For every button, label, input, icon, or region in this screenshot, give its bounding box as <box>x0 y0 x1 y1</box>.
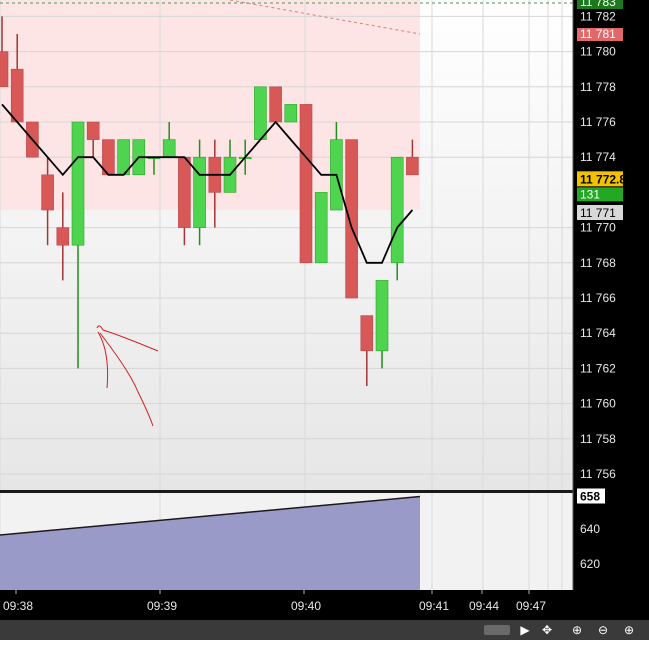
countdown-tag: 131 <box>580 187 600 201</box>
play-icon[interactable]: ▶ <box>518 623 532 637</box>
panel-separator <box>0 490 573 493</box>
candlestick-chart[interactable]: 11 78211 78011 77811 77611 77411 77011 7… <box>0 0 649 640</box>
trading-chart[interactable]: 11 782 11 780 11 778 11 776 11 774 11 770 11 7… <box>0 0 649 640</box>
candle-body <box>390 156 404 264</box>
candle-body <box>193 156 206 228</box>
crosshair-icon[interactable]: ✥ <box>540 623 554 637</box>
price-tick-label: 11 782 <box>580 9 616 23</box>
candle-body <box>254 86 267 140</box>
volume-last-tag: 658 <box>580 490 600 504</box>
price-tick-label: 11 760 <box>580 397 616 411</box>
zoom-out-icon[interactable]: ⊖ <box>596 623 610 637</box>
price-tick-label: 11 776 <box>580 115 616 129</box>
time-tick-label: 09:41 <box>419 599 449 613</box>
candle-body <box>41 174 54 211</box>
candle-body <box>345 139 358 299</box>
price-tick-label: 11 770 <box>580 221 616 235</box>
candle-body <box>314 192 328 264</box>
volume-tick-label: 640 <box>580 522 600 536</box>
candle <box>299 104 313 264</box>
time-tick-label: 09:38 <box>3 599 33 613</box>
horizontal-scrollbar[interactable] <box>484 625 510 635</box>
candle-body <box>10 68 24 123</box>
zoom-in-icon[interactable]: ⊕ <box>622 623 636 637</box>
candle <box>345 139 358 299</box>
upper-price-tag: 11 781 <box>580 27 616 41</box>
candle-body <box>284 104 298 123</box>
candle <box>390 156 404 281</box>
candle-body <box>86 121 100 140</box>
candle-body <box>162 139 176 158</box>
price-tick-label: 11 780 <box>580 45 616 59</box>
price-tick-label: 11 778 <box>580 80 616 94</box>
candle-body <box>269 86 282 123</box>
price-tick-label: 11 756 <box>580 467 616 481</box>
price-tick-label: 11 764 <box>580 326 616 340</box>
price-tick-label: 11 762 <box>580 361 616 375</box>
zoom-fit-icon[interactable]: ⊕ <box>570 623 584 637</box>
top-price-tag: 11 783 <box>580 0 616 9</box>
last-price-tag: 11 772.8 <box>580 172 626 186</box>
time-tick-label: 09:39 <box>147 599 177 613</box>
candle-body <box>299 104 313 264</box>
time-tick-label: 09:47 <box>516 599 546 613</box>
price-tick-label: 11 774 <box>580 150 616 164</box>
candle-body <box>375 280 389 352</box>
candle-body <box>71 121 85 246</box>
candle-body <box>178 156 191 228</box>
chart-status-bar: ▶ ✥ ⊕ ⊖ ⊕ <box>0 620 649 640</box>
time-tick-label: 09:44 <box>469 599 499 613</box>
candle-body <box>406 156 419 176</box>
price-tick-label: 11 766 <box>580 291 616 305</box>
volume-tick-label: 620 <box>580 557 600 571</box>
candle <box>314 192 328 264</box>
candle-body <box>0 51 9 88</box>
price-tick-label: 11 768 <box>580 256 616 270</box>
time-axis-panel <box>0 590 649 620</box>
volume-axis-panel <box>573 493 649 590</box>
time-tick-label: 09:40 <box>291 599 321 613</box>
price-tick-label: 11 758 <box>580 432 616 446</box>
candle-body <box>56 227 70 246</box>
candle-body <box>360 315 374 352</box>
candle <box>269 86 282 123</box>
candle <box>254 86 267 140</box>
candle <box>284 104 298 123</box>
ma-price-tag: 11 771 <box>580 206 616 220</box>
